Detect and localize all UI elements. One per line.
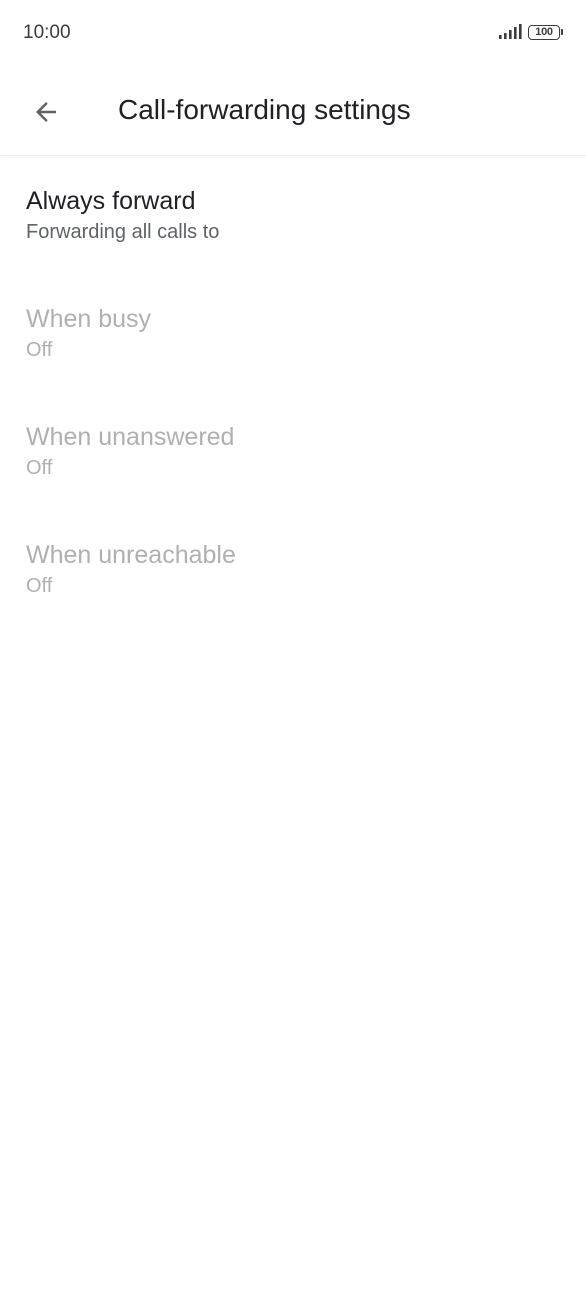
setting-summary: Off bbox=[26, 457, 53, 479]
setting-summary: Forwarding all calls to bbox=[26, 221, 220, 243]
setting-title: When busy bbox=[26, 305, 152, 333]
setting-when-busy: When busy Off bbox=[0, 275, 586, 393]
arrow-back-icon bbox=[36, 102, 56, 122]
call-forwarding-screen: 10:00 100 Call-forwarding settings Alway… bbox=[0, 0, 586, 1314]
signal-icon bbox=[499, 24, 522, 39]
app-bar: Call-forwarding settings bbox=[0, 66, 586, 156]
status-bar: 10:00 100 bbox=[0, 0, 586, 66]
status-icons: 100 bbox=[498, 24, 563, 40]
battery-level: 100 bbox=[535, 25, 553, 38]
setting-summary: Off bbox=[26, 339, 53, 361]
setting-always-forward[interactable]: Always forward Forwarding all calls to bbox=[0, 157, 586, 275]
setting-when-unanswered: When unanswered Off bbox=[0, 393, 586, 511]
status-time: 10:00 bbox=[23, 22, 71, 43]
settings-list: Always forward Forwarding all calls to W… bbox=[0, 157, 586, 629]
battery-icon: 100 bbox=[528, 24, 563, 40]
setting-summary: Off bbox=[26, 575, 53, 597]
setting-when-unreachable: When unreachable Off bbox=[0, 511, 586, 629]
setting-title: When unreachable bbox=[26, 541, 236, 569]
page-title: Call-forwarding settings bbox=[118, 94, 411, 125]
setting-title: When unanswered bbox=[26, 423, 235, 451]
setting-title: Always forward bbox=[26, 187, 196, 215]
back-button[interactable] bbox=[20, 86, 72, 138]
